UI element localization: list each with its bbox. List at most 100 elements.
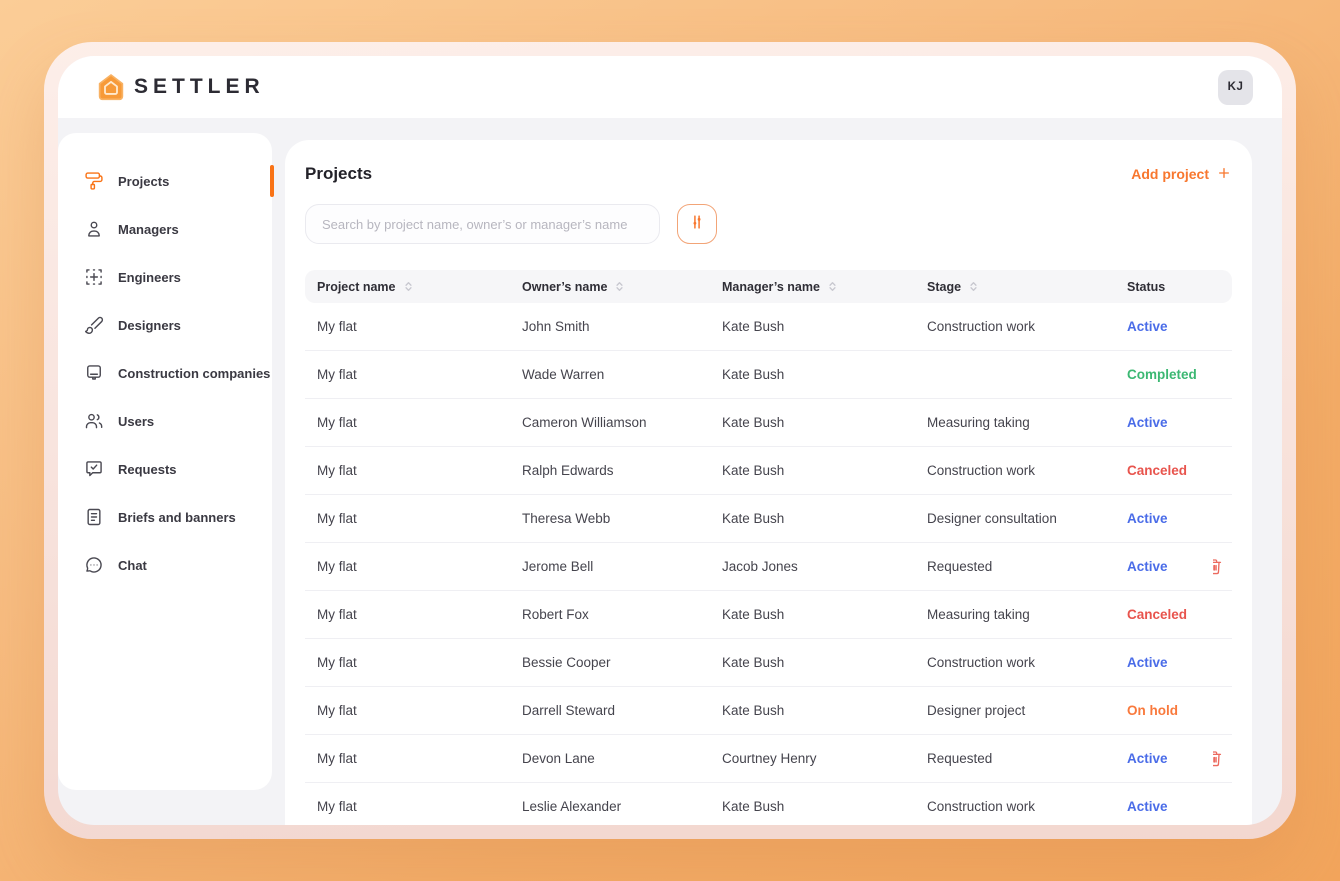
cell-owner-name: Wade Warren xyxy=(522,367,722,382)
column-header-project-name[interactable]: Project name xyxy=(305,280,522,294)
sidebar-item-designers[interactable]: Designers xyxy=(58,301,272,349)
cell-owner-name: Theresa Webb xyxy=(522,511,722,526)
table-row[interactable]: My flatCameron WilliamsonKate BushMeasur… xyxy=(305,399,1232,447)
sort-icon xyxy=(402,280,415,293)
search-row xyxy=(305,204,1232,244)
table-row[interactable]: My flatRalph EdwardsKate BushConstructio… xyxy=(305,447,1232,495)
sort-icon xyxy=(826,280,839,293)
page-title: Projects xyxy=(305,164,372,184)
sidebar-item-label: Construction companies xyxy=(118,366,270,381)
delete-project-button[interactable] xyxy=(1213,749,1224,768)
cell-project-name: My flat xyxy=(305,511,522,526)
topbar: SETTLER KJ xyxy=(58,56,1282,118)
status-label: Canceled xyxy=(1127,463,1213,478)
table-row[interactable]: My flatDevon LaneCourtney HenryRequested… xyxy=(305,735,1232,783)
table-row[interactable]: My flatWade WarrenKate BushCompleted xyxy=(305,351,1232,399)
building-sign-icon xyxy=(84,363,104,383)
table-row[interactable]: My flatRobert FoxKate BushMeasuring taki… xyxy=(305,591,1232,639)
column-header-manager-s-name[interactable]: Manager’s name xyxy=(722,280,927,294)
add-project-button[interactable]: Add project xyxy=(1131,165,1232,184)
cell-project-name: My flat xyxy=(305,799,522,814)
cell-stage: Measuring taking xyxy=(927,415,1127,430)
cell-project-name: My flat xyxy=(305,607,522,622)
column-header-stage[interactable]: Stage xyxy=(927,280,1127,294)
column-label: Manager’s name xyxy=(722,280,820,294)
status-label: Active xyxy=(1127,559,1213,574)
main-panel: Projects Add project xyxy=(285,140,1252,825)
cell-project-name: My flat xyxy=(305,463,522,478)
cell-stage: Construction work xyxy=(927,655,1127,670)
cell-stage: Requested xyxy=(927,751,1127,766)
content-area: Projects Managers EngineersDesigners Constr… xyxy=(58,118,1282,825)
table-row[interactable]: My flatJohn SmithKate BushConstruction w… xyxy=(305,303,1232,351)
sidebar-item-label: Briefs and banners xyxy=(118,510,236,525)
status-label: Canceled xyxy=(1127,607,1213,622)
status-label: Active xyxy=(1127,415,1213,430)
sidebar-item-label: Chat xyxy=(118,558,147,573)
brand-logo: SETTLER xyxy=(96,72,265,102)
cell-owner-name: Ralph Edwards xyxy=(522,463,722,478)
filter-button[interactable] xyxy=(677,204,717,244)
table-row[interactable]: My flatJerome BellJacob JonesRequestedAc… xyxy=(305,543,1232,591)
document-icon xyxy=(84,507,104,527)
app-window: SETTLER KJ ProjectsManagersEngineersDesi… xyxy=(44,42,1296,839)
sidebar-item-label: Managers xyxy=(118,222,179,237)
table-row[interactable]: My flatLeslie AlexanderKate BushConstruc… xyxy=(305,783,1232,825)
status-label: On hold xyxy=(1127,703,1213,718)
cell-owner-name: John Smith xyxy=(522,319,722,334)
delete-project-button[interactable] xyxy=(1213,557,1224,576)
column-label: Project name xyxy=(317,280,396,294)
cell-manager-name: Kate Bush xyxy=(722,607,927,622)
projects-table: Project name Owner’s name Manager’s name St… xyxy=(305,270,1232,825)
cell-stage: Measuring taking xyxy=(927,607,1127,622)
app-surface: SETTLER KJ ProjectsManagersEngineersDesi… xyxy=(58,56,1282,825)
sidebar-item-label: Requests xyxy=(118,462,177,477)
column-label: Owner’s name xyxy=(522,280,607,294)
cell-project-name: My flat xyxy=(305,655,522,670)
sidebar-item-users[interactable]: Users xyxy=(58,397,272,445)
cell-manager-name: Kate Bush xyxy=(722,655,927,670)
cell-manager-name: Kate Bush xyxy=(722,463,927,478)
table-row[interactable]: My flatDarrell StewardKate BushDesigner … xyxy=(305,687,1232,735)
sidebar-item-requests[interactable]: Requests xyxy=(58,445,272,493)
sidebar-item-briefs-and-banners[interactable]: Briefs and banners xyxy=(58,493,272,541)
chat-bubble-icon xyxy=(84,555,104,575)
cell-project-name: My flat xyxy=(305,367,522,382)
cell-manager-name: Jacob Jones xyxy=(722,559,927,574)
table-row[interactable]: My flatTheresa WebbKate BushDesigner con… xyxy=(305,495,1232,543)
column-label: Status xyxy=(1127,280,1165,294)
status-label: Active xyxy=(1127,511,1213,526)
person-icon xyxy=(84,219,104,239)
cell-project-name: My flat xyxy=(305,751,522,766)
column-header-owner-s-name[interactable]: Owner’s name xyxy=(522,280,722,294)
cell-manager-name: Courtney Henry xyxy=(722,751,927,766)
status-label: Active xyxy=(1127,751,1213,766)
sidebar-item-label: Projects xyxy=(118,174,169,189)
sidebar-item-projects[interactable]: Projects xyxy=(58,157,272,205)
paint-roller-icon xyxy=(84,171,104,191)
cell-owner-name: Robert Fox xyxy=(522,607,722,622)
sort-icon xyxy=(613,280,626,293)
cell-owner-name: Bessie Cooper xyxy=(522,655,722,670)
add-project-label: Add project xyxy=(1131,166,1209,182)
sidebar-item-managers[interactable]: Managers xyxy=(58,205,272,253)
search-input[interactable] xyxy=(305,204,660,244)
cell-owner-name: Darrell Steward xyxy=(522,703,722,718)
status-label: Active xyxy=(1127,319,1213,334)
user-avatar[interactable]: KJ xyxy=(1218,70,1253,105)
main-header: Projects Add project xyxy=(305,164,1232,184)
cell-project-name: My flat xyxy=(305,319,522,334)
column-header-status: Status xyxy=(1127,280,1213,294)
cell-stage: Designer consultation xyxy=(927,511,1127,526)
cell-owner-name: Jerome Bell xyxy=(522,559,722,574)
sidebar-item-chat[interactable]: Chat xyxy=(58,541,272,589)
table-row[interactable]: My flatBessie CooperKate BushConstructio… xyxy=(305,639,1232,687)
sliders-icon xyxy=(687,212,707,237)
sidebar-item-engineers[interactable]: Engineers xyxy=(58,253,272,301)
request-check-icon xyxy=(84,459,104,479)
cell-manager-name: Kate Bush xyxy=(722,415,927,430)
cell-manager-name: Kate Bush xyxy=(722,319,927,334)
cell-stage: Construction work xyxy=(927,463,1127,478)
blueprint-plus-icon xyxy=(84,267,104,287)
sidebar-item-construction-companies[interactable]: Construction companies xyxy=(58,349,272,397)
